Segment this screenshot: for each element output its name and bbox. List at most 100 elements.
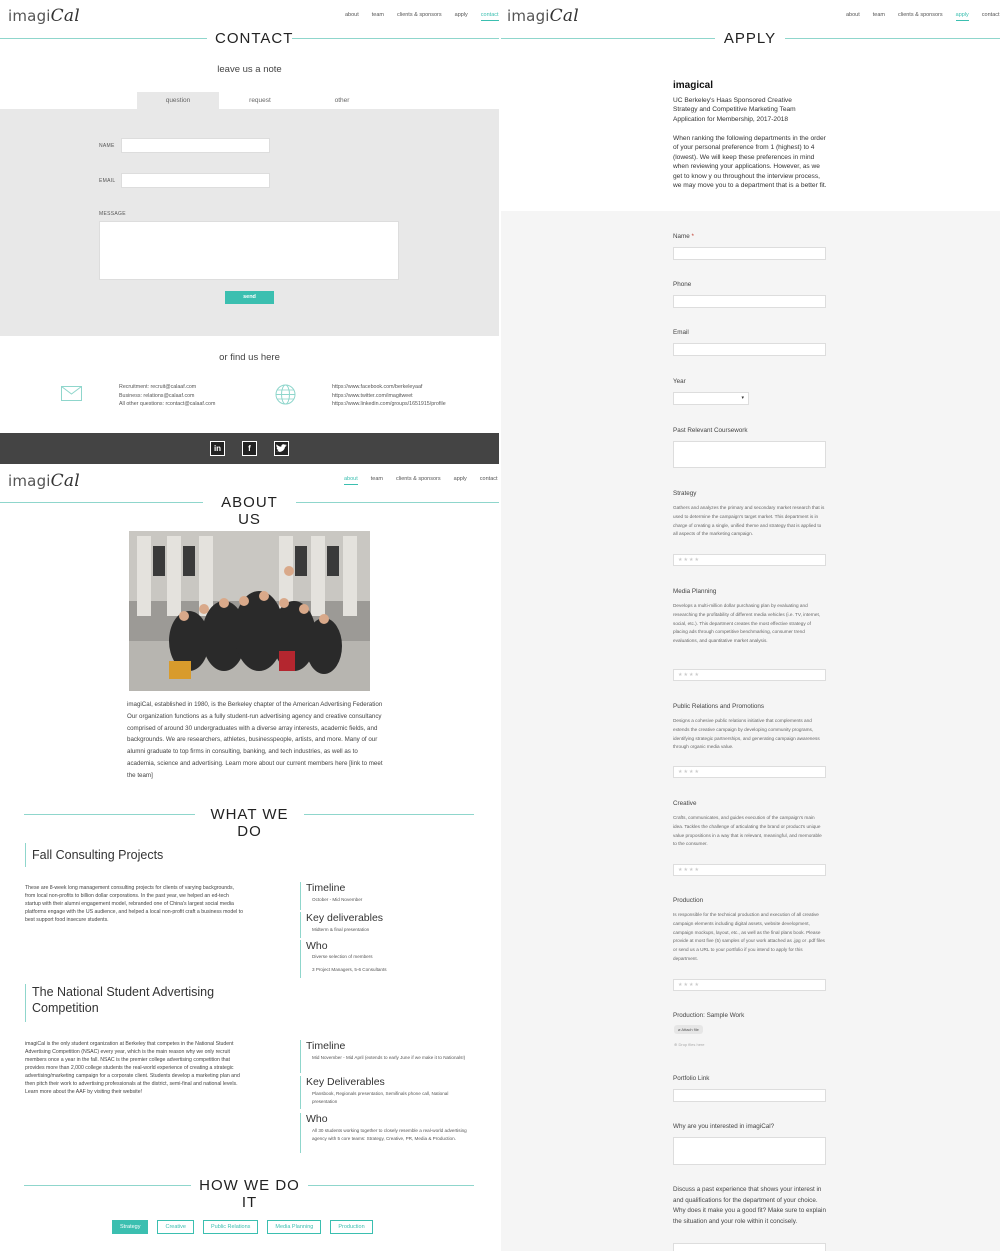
phone-field[interactable] [673, 295, 826, 308]
attach-file-button[interactable]: ⌀ Attach file [674, 1025, 703, 1034]
email-field[interactable] [121, 173, 270, 188]
name-field[interactable] [673, 247, 826, 260]
rating-pr[interactable]: ★★★★ [673, 766, 826, 778]
dept-desc-pr: Designs a cohesive public relations init… [673, 718, 820, 750]
nav-clients[interactable]: clients & sponsors [898, 12, 943, 21]
nav-team[interactable]: team [371, 476, 383, 485]
nav-about[interactable]: about [846, 12, 860, 21]
apply-instructions: When ranking the following departments i… [673, 135, 827, 190]
timeline-detail: Mid November - Mid April (extends to ear… [312, 1055, 466, 1060]
globe-icon [275, 384, 296, 405]
page-subtitle: leave us a note [217, 64, 282, 75]
mail-icon [61, 386, 82, 401]
who-block: Who Diverse selection of members 3 Proje… [300, 940, 387, 978]
send-button[interactable]: send [225, 291, 274, 304]
nav-contact[interactable]: contact [480, 476, 498, 485]
dept-desc-production: Is responsible for the technical product… [673, 912, 825, 961]
rating-media[interactable]: ★★★★ [673, 669, 826, 681]
deliverables-detail: Midterm & final presentation [312, 927, 370, 932]
why-field[interactable] [673, 1137, 826, 1165]
name-label: NAME [99, 143, 115, 149]
email-field[interactable] [673, 343, 826, 356]
page-title: CONTACT [207, 30, 292, 47]
nav-team[interactable]: team [372, 12, 384, 21]
timeline-block: Timeline October - Mid November [300, 882, 362, 910]
email-label: EMAIL [99, 178, 116, 184]
coursework-label: Past Relevant Coursework [673, 427, 748, 434]
nav-team[interactable]: team [873, 12, 885, 21]
rating-creative[interactable]: ★★★★ [673, 864, 826, 876]
drop-zone[interactable]: ⊕ Drop files here [674, 1042, 704, 1047]
tab-strategy[interactable]: Strategy [112, 1220, 149, 1234]
email-business[interactable]: Business: relations@calaaf.com [119, 392, 215, 401]
logo-accent: Cal [549, 6, 579, 26]
year-select[interactable]: ▾ [673, 392, 749, 405]
about-intro: imagiCal, established in 1980, is the Be… [127, 701, 383, 779]
nav-about[interactable]: about [344, 476, 358, 485]
project-title: Fall Consulting Projects [25, 843, 225, 867]
logo[interactable]: imagiCal [507, 6, 579, 26]
linkedin-icon[interactable]: in [210, 441, 225, 456]
main-nav: about team clients & sponsors apply cont… [344, 476, 498, 485]
tab-creative[interactable]: Creative [157, 1220, 194, 1234]
tab-production[interactable]: Production [330, 1220, 373, 1234]
facebook-link[interactable]: https://www.facebook.com/berkeleyaaf [332, 383, 446, 392]
tab-other[interactable]: other [301, 92, 383, 109]
deliverables-block: Key deliverables Midterm & final present… [300, 912, 383, 938]
portfolio-field[interactable] [673, 1089, 826, 1102]
logo[interactable]: imagiCal [8, 6, 80, 26]
twitter-icon[interactable] [274, 441, 289, 456]
linkedin-link[interactable]: https://www.linkedin.com/groups/1651915/… [332, 400, 446, 409]
tab-media-planning[interactable]: Media Planning [267, 1220, 322, 1234]
logo-accent: Cal [50, 471, 80, 491]
dept-desc-creative: Crafts, communicates, and guides executi… [673, 815, 822, 847]
nav-clients[interactable]: clients & sponsors [397, 12, 442, 21]
twitter-link[interactable]: https://www.twitter.com/imagitweet [332, 392, 446, 401]
nav-clients[interactable]: clients & sponsors [396, 476, 441, 485]
project-title: The National Student Advertising Competi… [25, 984, 240, 1022]
message-field[interactable] [99, 221, 399, 280]
deliverables-detail: Plansbook, Regionals presentation, Semif… [312, 1091, 449, 1104]
tab-public-relations[interactable]: Public Relations [202, 1220, 259, 1234]
dept-label-media: Media Planning [673, 588, 717, 595]
who-detail: Diverse selection of members 3 Project M… [312, 954, 387, 972]
nav-about[interactable]: about [345, 12, 359, 21]
facebook-icon[interactable]: f [242, 441, 257, 456]
who-detail: All 30 students working together to clos… [312, 1128, 467, 1141]
how-we-do-it-title: HOW WE DO IT [191, 1177, 308, 1211]
page-title: ABOUT US [203, 494, 296, 528]
coursework-field[interactable] [673, 441, 826, 468]
experience-field[interactable] [673, 1243, 826, 1251]
apply-subtitle: UC Berkeley's Haas Sponsored Creative St… [673, 97, 796, 123]
logo[interactable]: imagiCal [8, 471, 80, 491]
tab-request[interactable]: request [219, 92, 301, 109]
nav-contact[interactable]: contact [480, 12, 499, 21]
name-field[interactable] [121, 138, 270, 153]
dept-label-strategy: Strategy [673, 490, 697, 497]
logo-main: imagi [8, 7, 51, 25]
tab-question[interactable]: question [137, 92, 219, 109]
timeline-block: Timeline Mid November - Mid April (exten… [300, 1040, 472, 1073]
social-links: https://www.facebook.com/berkeleyaaf htt… [332, 383, 446, 409]
email-recruitment[interactable]: Recruitment: recruit@calaaf.com [119, 383, 215, 392]
department-tabs: Strategy Creative Public Relations Media… [112, 1220, 373, 1234]
main-nav: about team clients & sponsors apply cont… [846, 12, 1000, 21]
main-nav: about team clients & sponsors apply cont… [345, 12, 499, 21]
email-other[interactable]: All other questions: rcontact@calaaf.com [119, 400, 215, 409]
find-us-title: or find us here [219, 352, 280, 363]
project-description: These are 8-week long management consult… [25, 885, 244, 923]
nav-apply[interactable]: apply [955, 12, 969, 21]
timeline-heading: Timeline [306, 882, 346, 894]
rating-strategy[interactable]: ★★★★ [673, 554, 826, 566]
nav-contact[interactable]: contact [982, 12, 1000, 21]
page-title: APPLY [715, 30, 785, 47]
timeline-detail: October - Mid November [312, 897, 363, 902]
deliverables-block: Key Deliverables Plansbook, Regionals pr… [300, 1076, 472, 1109]
why-label: Why are you interested in imagiCal? [673, 1123, 775, 1130]
rating-production[interactable]: ★★★★ [673, 979, 826, 991]
twitter-bird-icon [276, 444, 287, 452]
nav-apply[interactable]: apply [455, 12, 468, 21]
deliverables-heading: Key Deliverables [306, 1076, 385, 1088]
sample-work-label: Production: Sample Work [673, 1012, 745, 1019]
nav-apply[interactable]: apply [454, 476, 467, 485]
